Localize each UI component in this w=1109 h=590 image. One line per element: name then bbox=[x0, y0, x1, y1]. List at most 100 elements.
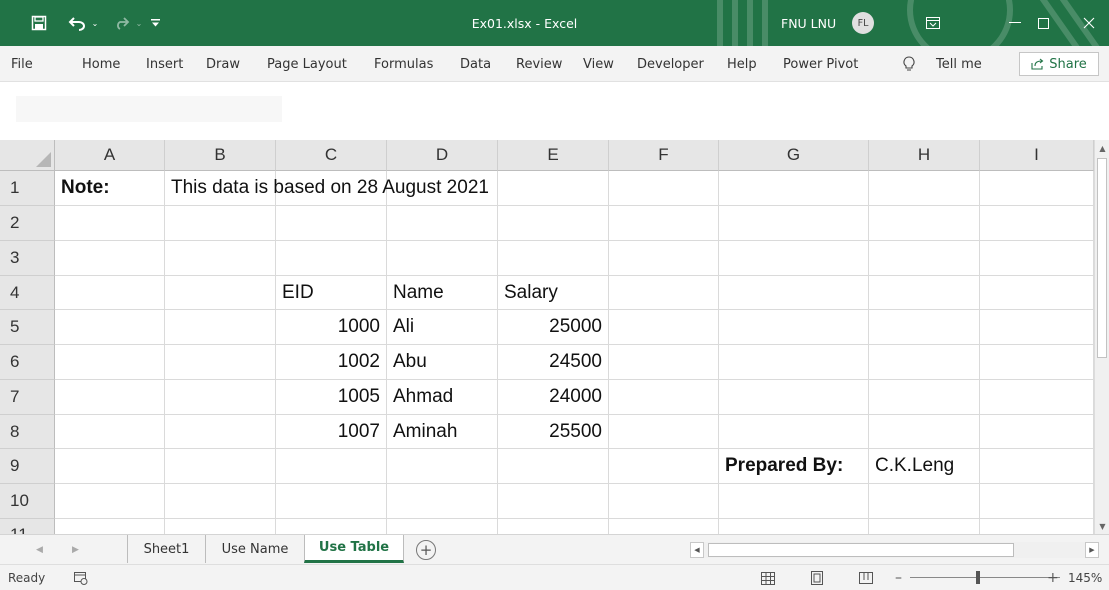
macro-record-icon[interactable] bbox=[72, 569, 90, 587]
tab-developer[interactable]: Developer bbox=[637, 46, 704, 82]
sheet-tab-use-name[interactable]: Use Name bbox=[205, 535, 304, 563]
grid-cell-f10[interactable] bbox=[609, 484, 719, 519]
grid-cell-d3[interactable] bbox=[387, 241, 498, 276]
grid-cell-f6[interactable] bbox=[609, 345, 719, 380]
grid-cell-b2[interactable] bbox=[165, 206, 276, 241]
grid-cell-a9[interactable] bbox=[55, 449, 165, 484]
row-header-2[interactable]: 2 bbox=[0, 206, 55, 241]
grid-cell-e9[interactable] bbox=[498, 449, 609, 484]
cell-d8[interactable]: Aminah bbox=[387, 415, 498, 449]
grid-cell-g5[interactable] bbox=[719, 310, 869, 345]
grid-cell-c9[interactable] bbox=[276, 449, 387, 484]
row-header-10[interactable]: 10 bbox=[0, 484, 55, 519]
cell-c5[interactable]: 1000 bbox=[276, 310, 387, 345]
grid-cell-e2[interactable] bbox=[498, 206, 609, 241]
grid-cell-i7[interactable] bbox=[980, 380, 1094, 415]
cell-b1[interactable]: This data is based on 28 August 2021 bbox=[165, 171, 609, 206]
grid-cell-a5[interactable] bbox=[55, 310, 165, 345]
grid-cell-d9[interactable] bbox=[387, 449, 498, 484]
page-break-view-icon[interactable] bbox=[857, 569, 875, 587]
row-header-9[interactable]: 9 bbox=[0, 449, 55, 484]
grid-cell-e3[interactable] bbox=[498, 241, 609, 276]
tab-power-pivot[interactable]: Power Pivot bbox=[783, 46, 858, 82]
grid-cell-h5[interactable] bbox=[869, 310, 980, 345]
name-box[interactable] bbox=[16, 96, 282, 122]
cell-e8[interactable]: 25500 bbox=[498, 415, 609, 449]
cell-g9[interactable]: Prepared By: bbox=[719, 449, 869, 484]
grid-cell-h10[interactable] bbox=[869, 484, 980, 519]
lightbulb-icon[interactable] bbox=[903, 46, 915, 82]
row-header-5[interactable]: 5 bbox=[0, 310, 55, 345]
grid-cell-f2[interactable] bbox=[609, 206, 719, 241]
grid-cell-i10[interactable] bbox=[980, 484, 1094, 519]
column-header-b[interactable]: B bbox=[165, 140, 276, 171]
column-header-i[interactable]: I bbox=[980, 140, 1094, 171]
grid-cell-h2[interactable] bbox=[869, 206, 980, 241]
grid-cell-b6[interactable] bbox=[165, 345, 276, 380]
grid-cell-i2[interactable] bbox=[980, 206, 1094, 241]
scroll-right-icon[interactable]: ▶ bbox=[1085, 542, 1099, 558]
grid-cell-g8[interactable] bbox=[719, 415, 869, 449]
grid-cell-d10[interactable] bbox=[387, 484, 498, 519]
account-name[interactable]: FNU LNU bbox=[781, 0, 836, 46]
horizontal-scroll-thumb[interactable] bbox=[708, 543, 1014, 557]
grid-cell-b7[interactable] bbox=[165, 380, 276, 415]
grid-cell-h11[interactable] bbox=[869, 519, 980, 534]
cell-c8[interactable]: 1007 bbox=[276, 415, 387, 449]
column-header-c[interactable]: C bbox=[276, 140, 387, 171]
grid-cell-g4[interactable] bbox=[719, 276, 869, 310]
grid-cell-c3[interactable] bbox=[276, 241, 387, 276]
grid-cell-g7[interactable] bbox=[719, 380, 869, 415]
tab-help[interactable]: Help bbox=[727, 46, 757, 82]
grid-cell-b4[interactable] bbox=[165, 276, 276, 310]
sheet-tab-use-table[interactable]: Use Table bbox=[304, 535, 404, 563]
tab-draw[interactable]: Draw bbox=[206, 46, 240, 82]
zoom-slider[interactable] bbox=[910, 577, 1060, 578]
grid-cell-a4[interactable] bbox=[55, 276, 165, 310]
grid-cell-g6[interactable] bbox=[719, 345, 869, 380]
cell-a1[interactable]: Note: bbox=[55, 171, 165, 206]
cell-d5[interactable]: Ali bbox=[387, 310, 498, 345]
column-header-d[interactable]: D bbox=[387, 140, 498, 171]
grid-cell-g11[interactable] bbox=[719, 519, 869, 534]
grid-cell-h3[interactable] bbox=[869, 241, 980, 276]
grid-cell-a7[interactable] bbox=[55, 380, 165, 415]
grid-cell-h1[interactable] bbox=[869, 171, 980, 206]
page-layout-view-icon[interactable] bbox=[808, 569, 826, 587]
row-header-6[interactable]: 6 bbox=[0, 345, 55, 380]
grid-cell-b8[interactable] bbox=[165, 415, 276, 449]
maximize-icon[interactable] bbox=[1028, 0, 1058, 46]
tab-page-layout[interactable]: Page Layout bbox=[267, 46, 347, 82]
grid-cell-g10[interactable] bbox=[719, 484, 869, 519]
close-icon[interactable] bbox=[1074, 0, 1104, 46]
row-header-8[interactable]: 8 bbox=[0, 415, 55, 449]
cell-c4-header-eid[interactable]: EID bbox=[276, 276, 387, 310]
grid-cell-a6[interactable] bbox=[55, 345, 165, 380]
cell-e7[interactable]: 24000 bbox=[498, 380, 609, 415]
cell-c7[interactable]: 1005 bbox=[276, 380, 387, 415]
grid-cell-g3[interactable] bbox=[719, 241, 869, 276]
column-header-g[interactable]: G bbox=[719, 140, 869, 171]
grid-cell-i3[interactable] bbox=[980, 241, 1094, 276]
sheet-tab-sheet1[interactable]: Sheet1 bbox=[127, 535, 205, 563]
tab-home[interactable]: Home bbox=[82, 46, 120, 82]
row-header-1[interactable]: 1 bbox=[0, 171, 55, 206]
cell-d4-header-name[interactable]: Name bbox=[387, 276, 498, 310]
grid-cell-f1[interactable] bbox=[609, 171, 719, 206]
grid-cell-h6[interactable] bbox=[869, 345, 980, 380]
cell-h9[interactable]: C.K.Leng bbox=[869, 449, 980, 484]
column-header-a[interactable]: A bbox=[55, 140, 165, 171]
scroll-up-icon[interactable]: ▲ bbox=[1095, 140, 1109, 156]
grid-cell-a10[interactable] bbox=[55, 484, 165, 519]
grid-cell-h8[interactable] bbox=[869, 415, 980, 449]
grid-cell-a8[interactable] bbox=[55, 415, 165, 449]
tell-me-search[interactable]: Tell me bbox=[936, 46, 982, 82]
avatar[interactable]: FL bbox=[852, 12, 874, 34]
grid-cell-d11[interactable] bbox=[387, 519, 498, 534]
cell-e6[interactable]: 24500 bbox=[498, 345, 609, 380]
zoom-in-button[interactable]: + bbox=[1047, 565, 1059, 590]
cell-c6[interactable]: 1002 bbox=[276, 345, 387, 380]
zoom-level[interactable]: 145% bbox=[1068, 565, 1102, 590]
column-header-e[interactable]: E bbox=[498, 140, 609, 171]
normal-view-icon[interactable] bbox=[759, 569, 777, 587]
